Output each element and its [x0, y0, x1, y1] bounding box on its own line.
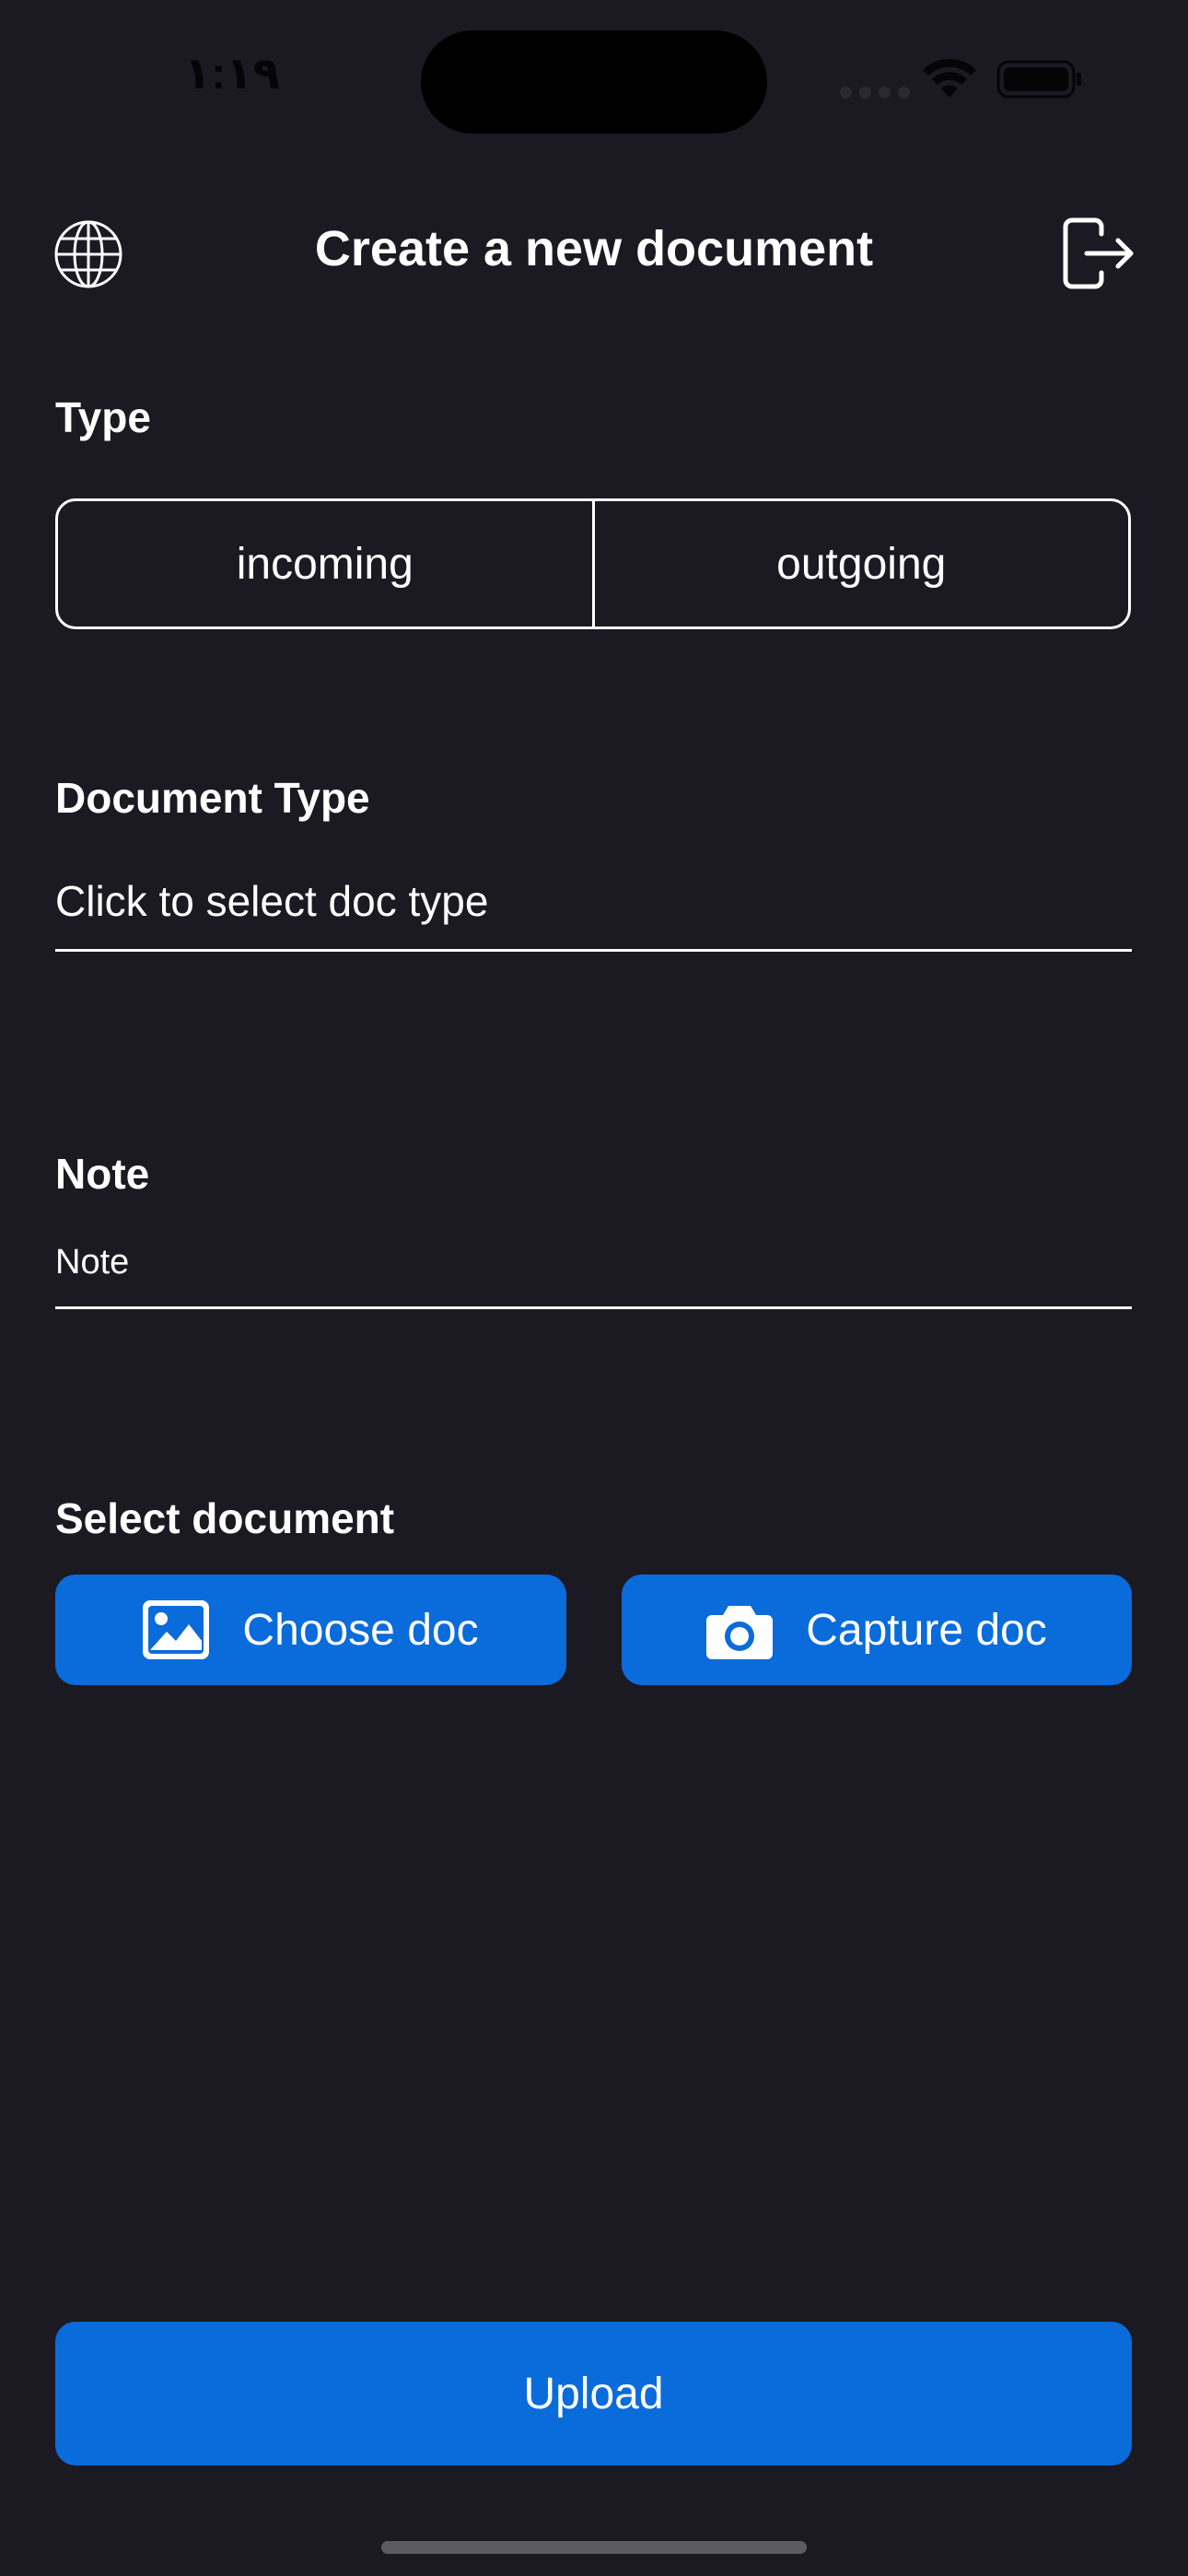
note-input[interactable]: Note	[55, 1236, 129, 1288]
battery-icon	[996, 60, 1081, 99]
capture-doc-label: Capture doc	[806, 1605, 1047, 1655]
wifi-icon	[923, 58, 976, 98]
select-document-label: Select document	[55, 1494, 395, 1542]
cellular-signal-icon	[840, 87, 910, 99]
page-title: Create a new document	[314, 221, 874, 276]
status-time: ١:١٩	[184, 50, 280, 99]
camera-icon	[706, 1606, 774, 1659]
type-label: Type	[55, 393, 151, 441]
capture-doc-button[interactable]: Capture doc	[622, 1575, 1132, 1685]
note-underline	[55, 1306, 1132, 1309]
upload-button[interactable]: Upload	[55, 2322, 1132, 2465]
document-type-label: Document Type	[55, 774, 370, 822]
dynamic-island	[421, 30, 767, 134]
image-icon	[143, 1600, 210, 1659]
segment-incoming[interactable]: incoming	[58, 501, 592, 626]
choose-doc-button[interactable]: Choose doc	[55, 1575, 566, 1685]
logout-icon[interactable]	[1061, 217, 1135, 289]
document-type-underline	[55, 949, 1132, 952]
note-label: Note	[55, 1150, 150, 1198]
home-indicator[interactable]	[381, 2541, 807, 2554]
upload-label: Upload	[523, 2369, 664, 2418]
document-type-selector[interactable]: Click to select doc type	[55, 875, 488, 927]
segment-outgoing[interactable]: outgoing	[591, 501, 1129, 626]
choose-doc-label: Choose doc	[242, 1605, 479, 1655]
type-segmented-control: incoming outgoing	[55, 498, 1131, 629]
